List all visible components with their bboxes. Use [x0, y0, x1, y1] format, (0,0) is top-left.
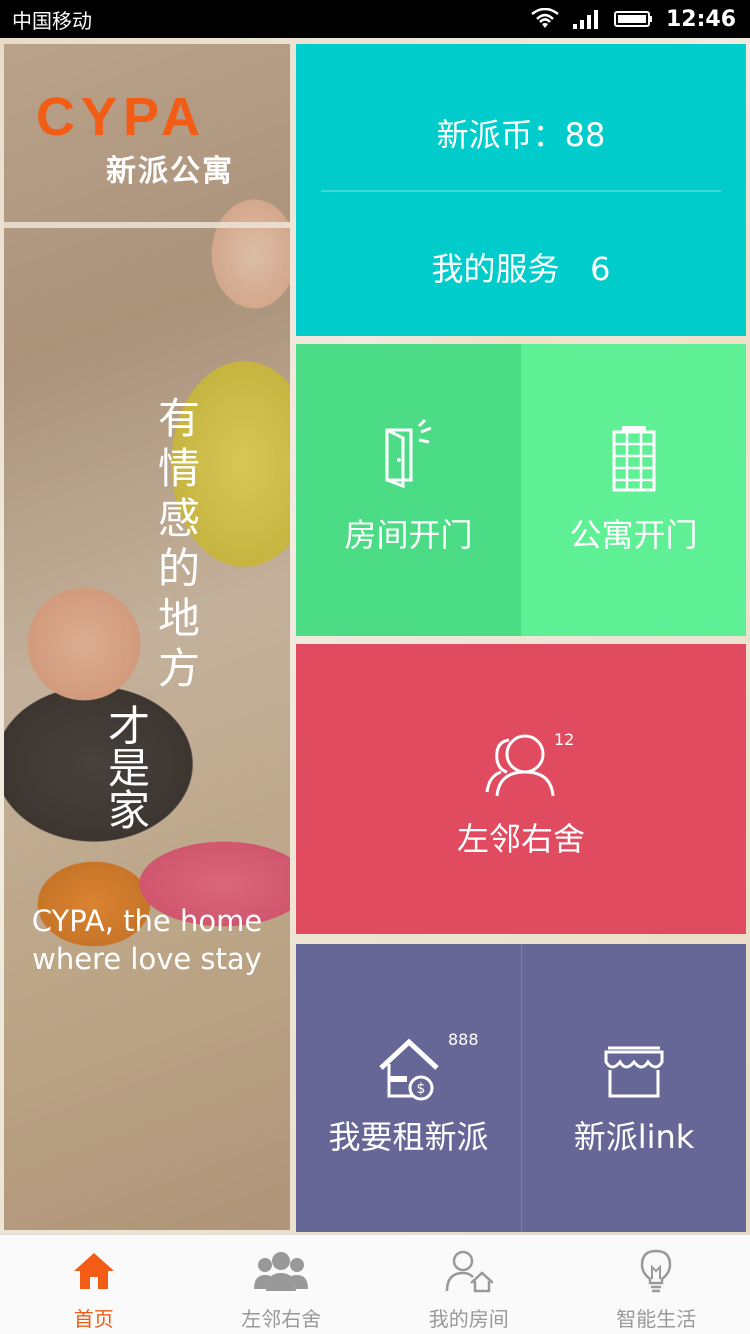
- nav-label-neighbors: 左邻右舍: [241, 1307, 322, 1331]
- brand-logo: CYPA: [36, 87, 207, 147]
- wifi-icon: [531, 8, 559, 28]
- room-door-label: 房间开门: [344, 516, 473, 554]
- nav-label-smart-life: 智能生活: [616, 1307, 697, 1331]
- neighbors-button[interactable]: 12 左邻右舍: [296, 644, 746, 934]
- nav-label-home: 首页: [73, 1307, 114, 1331]
- nav-item-neighbors[interactable]: 左邻右舍: [188, 1235, 376, 1334]
- house-money-icon: $: [378, 1038, 439, 1101]
- nav-item-smart-life[interactable]: 智能生活: [563, 1235, 750, 1334]
- bottom-navigation: 首页 左邻右舍 我的房间 智能生活: [0, 1234, 750, 1334]
- slogan-line-1: 有情感的地方: [157, 394, 200, 693]
- svg-text:$: $: [416, 1081, 425, 1097]
- slogan-english-line-1: CYPA, the home: [31, 904, 263, 938]
- neighbors-label: 左邻右舍: [456, 820, 585, 858]
- store-icon: [604, 1046, 664, 1098]
- my-services-button[interactable]: 我的服务 6: [296, 244, 746, 290]
- battery-icon: [613, 11, 652, 27]
- neighbors-badge: 12: [554, 730, 575, 749]
- clock: 12:46: [665, 6, 736, 32]
- door-icon: [385, 418, 432, 488]
- link-button[interactable]: 新派link: [521, 944, 746, 1232]
- people-icon: [254, 1252, 309, 1291]
- status-bar: 中国移动 12:46: [0, 0, 750, 38]
- coins-services-tile: 新派币：88 我的服务 6: [296, 44, 746, 336]
- slogan-line-2: 才是家: [107, 702, 150, 835]
- coins-button[interactable]: 新派币：88: [296, 110, 746, 156]
- home-icon: [73, 1253, 114, 1289]
- rent-button[interactable]: $ 888 我要租新派: [296, 944, 521, 1232]
- room-door-button[interactable]: 房间开门: [296, 344, 521, 636]
- slogan-english: CYPA, the home where love stay: [4, 902, 290, 978]
- tile-divider: [321, 190, 721, 192]
- apartment-door-label: 公寓开门: [569, 516, 698, 554]
- lightbulb-icon: [640, 1249, 672, 1293]
- rent-badge: 888: [448, 1030, 479, 1049]
- brand-subtitle: 新派公寓: [106, 154, 234, 189]
- user-house-icon: [445, 1250, 493, 1293]
- people-icon: [485, 734, 555, 797]
- carrier-name: 中国移动: [12, 8, 92, 33]
- link-label: 新派link: [573, 1118, 695, 1156]
- nav-item-my-room[interactable]: 我的房间: [375, 1235, 563, 1334]
- building-icon: [612, 426, 655, 492]
- slogan-english-line-2: where love stay: [32, 942, 262, 976]
- nav-item-home[interactable]: 首页: [0, 1235, 188, 1334]
- signal-icon: [572, 10, 598, 29]
- hero-photo: CYPA 新派公寓 有情感的地方 才是家 CYPA, the home wher…: [4, 44, 290, 1230]
- apartment-door-button[interactable]: 公寓开门: [521, 344, 746, 636]
- home-content: CYPA 新派公寓 有情感的地方 才是家 CYPA, the home wher…: [0, 38, 750, 1234]
- brand-logo-area: CYPA 新派公寓: [4, 44, 290, 228]
- rent-label: 我要租新派: [328, 1118, 489, 1156]
- nav-label-my-room: 我的房间: [428, 1307, 509, 1331]
